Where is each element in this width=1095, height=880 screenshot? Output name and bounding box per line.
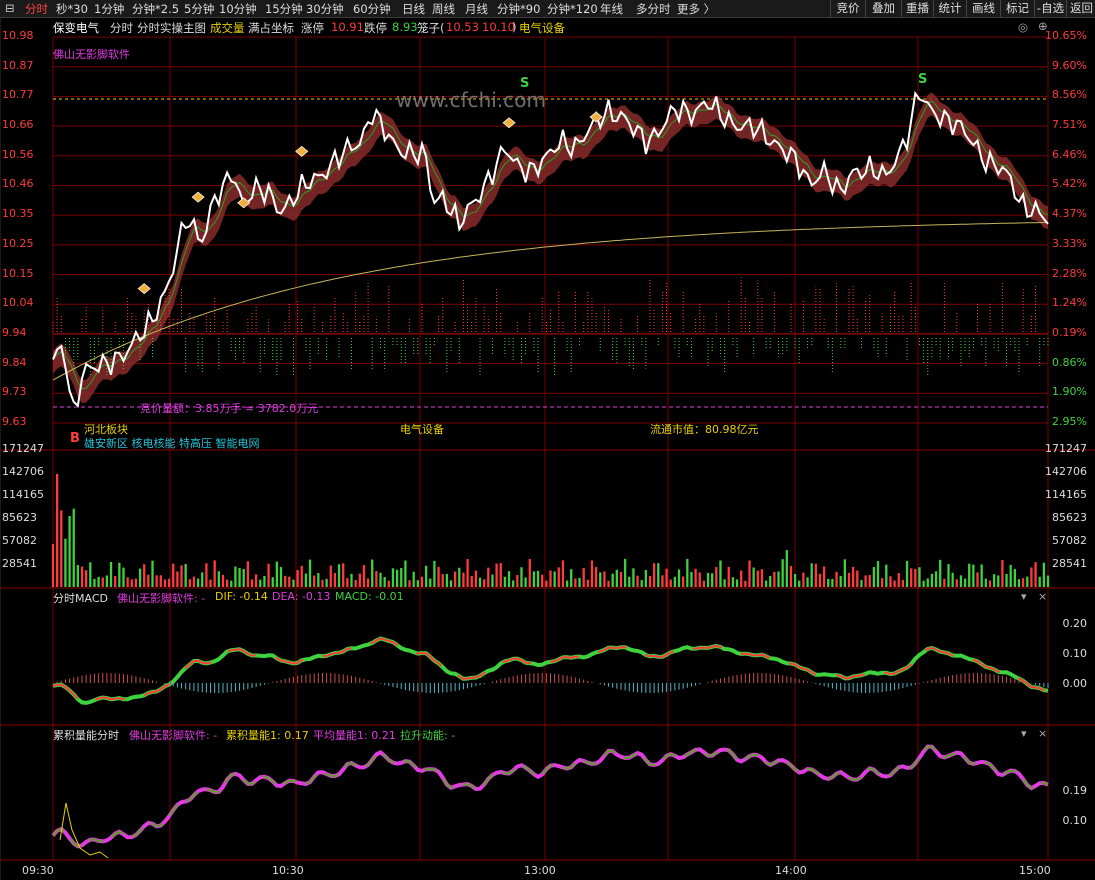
- energy-lift: 拉升动能: -: [400, 729, 456, 742]
- pct-tick: 10.65%: [1045, 29, 1087, 42]
- pct-tick: 5.42%: [1052, 177, 1087, 191]
- price-tick: 10.46: [2, 177, 34, 191]
- energy-tick: 0.10: [1062, 814, 1088, 827]
- concept-tags: 雄安新区 核电核能 特高压 智能电网: [84, 437, 260, 450]
- time-tick: 13:00: [524, 864, 556, 877]
- pct-tick: 3.33%: [1052, 236, 1087, 250]
- pct-tick: 2.28%: [1052, 266, 1087, 280]
- energy-menu-icon[interactable]: ▾: [1021, 727, 1027, 740]
- time-tick: 10:30: [272, 864, 304, 877]
- macd-close-icon[interactable]: ×: [1038, 590, 1047, 603]
- auction-info: 竞价量额：3.85万手 ≈ 3782.0万元: [140, 402, 319, 415]
- volume-tick: 57082: [1052, 534, 1087, 547]
- energy-avg: 平均量能1: 0.21: [313, 729, 396, 742]
- watermark: www.cfchi.com: [396, 88, 546, 112]
- price-tick: 10.15: [2, 266, 34, 280]
- pct-tick: 1.90%: [1052, 385, 1087, 399]
- volume-tick-left: 28541: [2, 557, 37, 570]
- price-tick: 10.98: [2, 29, 34, 42]
- pct-tick: 0.19%: [1052, 325, 1087, 339]
- macd-value: MACD: -0.01: [335, 590, 404, 603]
- macd-dea: DEA: -0.13: [272, 590, 331, 603]
- macd-tick: 0.20: [1062, 617, 1088, 630]
- macd-menu-icon[interactable]: ▾: [1021, 590, 1027, 603]
- macd-dif: DIF: -0.14: [215, 590, 268, 603]
- price-tick: 10.56: [2, 147, 34, 161]
- macd-title: 分时MACD: [53, 592, 108, 605]
- pct-tick: 6.46%: [1052, 147, 1087, 161]
- price-tick: 10.66: [2, 118, 34, 132]
- price-line: [52, 90, 1049, 408]
- price-tick: 9.94: [2, 325, 27, 339]
- macd-dea-line: [52, 637, 1049, 704]
- volume-tick-left: 142706: [2, 465, 44, 478]
- energy-title: 累积量能分时: [53, 729, 119, 742]
- time-tick: 14:00: [775, 864, 807, 877]
- volume-tick: 171247: [1045, 442, 1087, 455]
- volume-tick-left: 114165: [2, 488, 44, 501]
- volume-tick-left: 57082: [2, 534, 37, 547]
- price-tick: 9.84: [2, 355, 27, 369]
- market-cap: 流通市值：80.98亿元: [650, 423, 759, 436]
- volume-tick-left: 171247: [2, 442, 44, 455]
- industry-label: 电气设备: [400, 423, 444, 436]
- volume-tick: 114165: [1045, 488, 1087, 501]
- price-tick: 10.77: [2, 88, 34, 102]
- price-tick: 10.25: [2, 236, 34, 250]
- macd-tick: 0.00: [1062, 677, 1088, 690]
- pct-tick: 0.86%: [1052, 355, 1087, 369]
- signal-marker: [191, 191, 205, 203]
- pct-tick: 7.51%: [1052, 118, 1087, 132]
- energy-source: 佛山无影脚软件: -: [129, 729, 218, 742]
- buy-mark: B: [70, 431, 80, 446]
- volume-tick: 85623: [1052, 511, 1087, 524]
- energy-cum: 累积量能1: 0.17: [226, 729, 309, 742]
- indicator-label: 佛山无影脚软件: [53, 48, 130, 61]
- pct-tick: 1.24%: [1052, 296, 1087, 310]
- pct-tick: 4.37%: [1052, 207, 1087, 221]
- sell-mark-2: S: [918, 72, 928, 87]
- pct-tick: 8.56%: [1052, 88, 1087, 102]
- price-tick: 10.04: [2, 296, 34, 310]
- price-tick: 10.87: [2, 58, 34, 72]
- volume-tick-left: 85623: [2, 511, 37, 524]
- time-tick: 09:30: [22, 864, 54, 877]
- sell-mark-1: S: [520, 76, 530, 91]
- energy-tick: 0.19: [1062, 784, 1088, 797]
- energy-close-icon[interactable]: ×: [1038, 727, 1047, 740]
- time-tick: 15:00: [1019, 864, 1051, 877]
- volume-tick: 28541: [1052, 557, 1087, 570]
- pct-tick: 2.95%: [1052, 415, 1087, 428]
- price-tick: 9.63: [2, 415, 27, 428]
- price-tick: 10.35: [2, 207, 34, 221]
- price-tick: 9.73: [2, 385, 27, 399]
- volume-tick: 142706: [1045, 465, 1087, 478]
- macd-source: 佛山无影脚软件: -: [117, 592, 206, 605]
- pct-tick: 9.60%: [1052, 58, 1087, 72]
- macd-tick: 0.10: [1062, 647, 1088, 660]
- signal-marker: [295, 145, 309, 157]
- signal-marker: [137, 283, 151, 295]
